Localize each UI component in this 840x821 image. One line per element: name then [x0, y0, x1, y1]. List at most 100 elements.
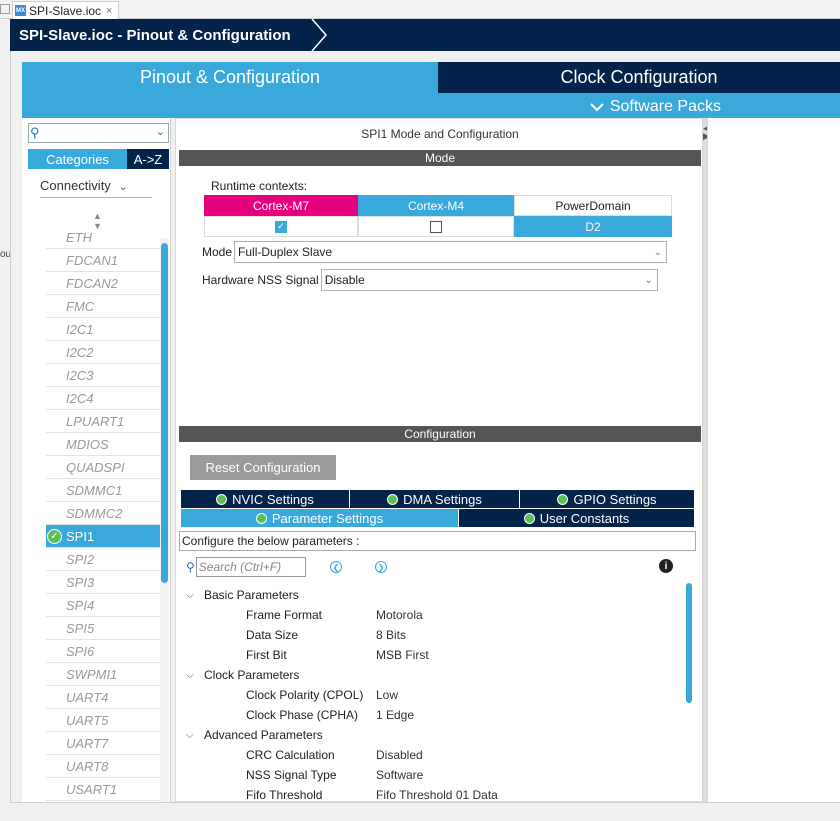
parameter-value[interactable]: Motorola: [376, 608, 423, 622]
parameter-row[interactable]: CRC Calculation Disabled: [184, 745, 684, 765]
tab-user-constants[interactable]: User Constants: [459, 509, 694, 527]
sidebar-item-fdcan1[interactable]: FDCAN1: [46, 249, 162, 272]
chevron-down-icon[interactable]: ⌵: [184, 590, 204, 601]
parameter-value[interactable]: Fifo Threshold 01 Data: [376, 788, 498, 802]
parameter-row[interactable]: Clock Polarity (CPOL) Low: [184, 685, 684, 705]
sidebar-scrollbar[interactable]: [160, 238, 169, 803]
check-circle-icon: [557, 493, 569, 505]
pinout-view-panel: [707, 118, 840, 802]
editor-tab[interactable]: MX SPI-Slave.ioc ×: [12, 1, 120, 19]
sidebar-item-lpuart1[interactable]: LPUART1: [46, 410, 162, 433]
sidebar-item-label: SWPMI1: [66, 667, 118, 682]
software-packs-menu[interactable]: Software Packs: [22, 95, 840, 118]
parameter-group-label: Advanced Parameters: [204, 728, 323, 742]
check-circle-icon: [523, 512, 535, 524]
sidebar-item-spi6[interactable]: SPI6: [46, 640, 162, 663]
parameter-value[interactable]: 1 Edge: [376, 708, 414, 722]
sidebar-item-fdcan2[interactable]: FDCAN2: [46, 272, 162, 295]
tab-dma-settings[interactable]: DMA Settings: [350, 490, 520, 508]
parameter-group[interactable]: ⌵ Basic Parameters: [184, 585, 684, 605]
sidebar-item-usart1[interactable]: USART1: [46, 778, 162, 801]
connectivity-group[interactable]: Connectivity ⌄: [40, 178, 128, 193]
context-powerdomain: PowerDomain: [514, 195, 672, 216]
sidebar-item-spi1[interactable]: ✓ SPI1: [46, 525, 162, 548]
sidebar-item-i2c3[interactable]: I2C3: [46, 364, 162, 387]
configuration-header: Configuration: [179, 426, 701, 442]
sidebar-item-spi5[interactable]: SPI5: [46, 617, 162, 640]
parameter-value[interactable]: Disabled: [376, 748, 423, 762]
tab-nvic-settings[interactable]: NVIC Settings: [181, 490, 350, 508]
context-cortex-m7: Cortex-M7: [204, 195, 358, 216]
sidebar-item-uart4[interactable]: UART4: [46, 686, 162, 709]
mode-select[interactable]: Full-Duplex Slave ⌄: [234, 241, 668, 263]
parameter-row[interactable]: Data Size 8 Bits: [184, 625, 684, 645]
close-icon[interactable]: ×: [106, 5, 112, 17]
chevron-down-icon[interactable]: ⌵: [184, 670, 204, 681]
search-icon: ⚲: [186, 560, 195, 574]
next-match-icon[interactable]: ❯: [375, 561, 387, 573]
tab-label: User Constants: [539, 510, 630, 526]
sidebar-item-uart5[interactable]: UART5: [46, 709, 162, 732]
chevron-down-icon[interactable]: ⌵: [184, 730, 204, 741]
sidebar-item-uart7[interactable]: UART7: [46, 732, 162, 755]
scrollbar-thumb[interactable]: [161, 243, 168, 583]
sidebar-item-label: UART7: [66, 736, 109, 751]
sidebar-item-spi3[interactable]: SPI3: [46, 571, 162, 594]
cortex-m4-checkbox[interactable]: [430, 220, 442, 233]
sidebar: ⚲ ⌄ Categories A->Z Connectivity ⌄ ▲ ▼ ET…: [22, 118, 171, 820]
sidebar-item-mdios[interactable]: MDIOS: [46, 433, 162, 456]
nss-row: Hardware NSS Signal Disable ⌄: [202, 269, 658, 291]
sidebar-item-sdmmc2[interactable]: SDMMC2: [46, 502, 162, 525]
tab-clock-configuration[interactable]: Clock Configuration: [438, 62, 840, 93]
parameter-search-input[interactable]: Search (Ctrl+F): [195, 557, 306, 577]
sidebar-item-fmc[interactable]: FMC: [46, 295, 162, 318]
scrollbar-thumb[interactable]: [686, 583, 692, 703]
sidebar-item-label: I2C1: [66, 322, 94, 337]
parameter-value[interactable]: Low: [376, 688, 398, 702]
sidebar-view-toggle: Categories A->Z: [28, 149, 169, 169]
sidebar-item-i2c2[interactable]: I2C2: [46, 341, 162, 364]
cortex-m7-checkbox[interactable]: ✓: [275, 220, 287, 233]
sidebar-item-label: SPI2: [66, 552, 95, 567]
parameter-name: NSS Signal Type: [246, 768, 337, 782]
left-edge-marker: [0, 4, 10, 14]
parameter-row[interactable]: First Bit MSB First: [184, 645, 684, 665]
connectivity-label: Connectivity: [40, 178, 111, 193]
parameter-value[interactable]: 8 Bits: [376, 628, 406, 642]
sidebar-item-quadspi[interactable]: QUADSPI: [46, 456, 162, 479]
mode-header: Mode: [179, 150, 701, 166]
reset-configuration-button[interactable]: Reset Configuration: [190, 455, 336, 480]
parameter-name: CRC Calculation: [246, 748, 335, 762]
parameter-value[interactable]: Software: [376, 768, 423, 782]
editor-tabstrip: [0, 0, 840, 19]
sidebar-item-label: I2C2: [66, 345, 94, 360]
categories-tab[interactable]: Categories: [28, 149, 127, 169]
sidebar-item-label: SPI4: [66, 598, 95, 613]
parameter-value[interactable]: MSB First: [376, 648, 429, 662]
sidebar-item-eth[interactable]: ETH: [46, 226, 162, 249]
tab-pinout-configuration[interactable]: Pinout & Configuration: [22, 62, 438, 93]
sidebar-item-spi2[interactable]: SPI2: [46, 548, 162, 571]
sidebar-item-sdmmc1[interactable]: SDMMC1: [46, 479, 162, 502]
info-icon[interactable]: i: [659, 559, 673, 573]
parameter-row[interactable]: Frame Format Motorola: [184, 605, 684, 625]
sidebar-search-input[interactable]: ⚲ ⌄: [28, 123, 169, 143]
mode-and-configuration-panel: SPI1 Mode and Configuration Mode Runtime…: [175, 118, 703, 802]
parameter-row[interactable]: Clock Phase (CPHA) 1 Edge: [184, 705, 684, 725]
a-z-tab[interactable]: A->Z: [127, 149, 169, 169]
nss-select[interactable]: Disable ⌄: [320, 269, 658, 291]
tab-parameter-settings[interactable]: Parameter Settings: [181, 509, 459, 527]
parameter-row[interactable]: NSS Signal Type Software: [184, 765, 684, 785]
sidebar-item-uart8[interactable]: UART8: [46, 755, 162, 778]
sidebar-item-label: SDMMC1: [66, 483, 123, 498]
parameter-group[interactable]: ⌵ Advanced Parameters: [184, 725, 684, 745]
sidebar-item-swpmi1[interactable]: SWPMI1: [46, 663, 162, 686]
parameter-group[interactable]: ⌵ Clock Parameters: [184, 665, 684, 685]
previous-match-icon[interactable]: ❮: [330, 561, 342, 573]
sidebar-item-i2c1[interactable]: I2C1: [46, 318, 162, 341]
sidebar-item-i2c4[interactable]: I2C4: [46, 387, 162, 410]
chevron-down-icon[interactable]: ⌄: [156, 125, 165, 138]
sidebar-item-spi4[interactable]: SPI4: [46, 594, 162, 617]
tab-gpio-settings[interactable]: GPIO Settings: [520, 490, 694, 508]
parameter-scrollbar[interactable]: [685, 583, 693, 799]
